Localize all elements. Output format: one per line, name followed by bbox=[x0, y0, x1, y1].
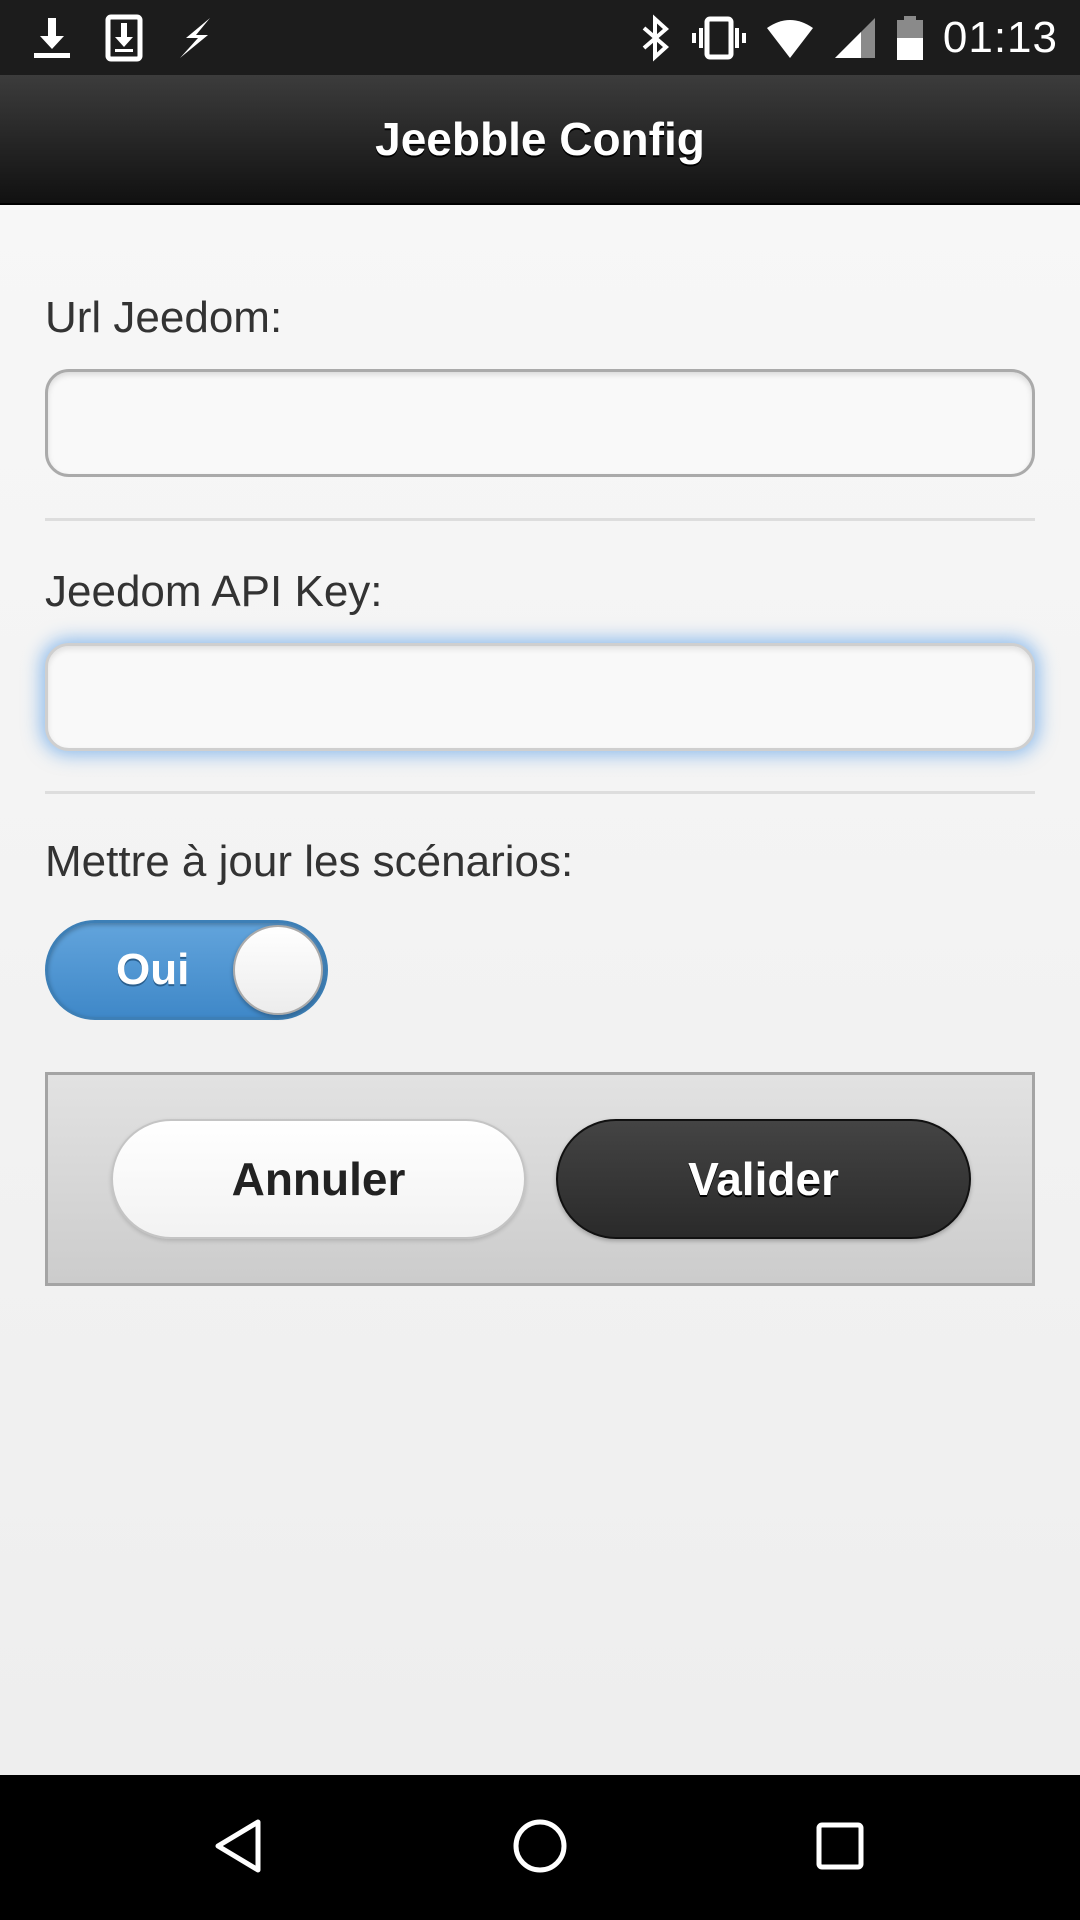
submit-button[interactable]: Valider bbox=[556, 1119, 971, 1239]
home-button[interactable] bbox=[495, 1803, 585, 1893]
update-scenarios-toggle[interactable]: Oui bbox=[45, 920, 328, 1020]
back-icon bbox=[210, 1816, 270, 1881]
status-right-icons: 01:13 bbox=[639, 12, 1058, 64]
url-input[interactable] bbox=[45, 369, 1035, 477]
app-header: Jeebble Config bbox=[0, 75, 1080, 205]
vibrate-icon bbox=[691, 14, 747, 62]
toggle-knob[interactable] bbox=[233, 925, 323, 1015]
action-bar: Annuler Valider bbox=[45, 1072, 1035, 1286]
status-bar: 01:13 bbox=[0, 0, 1080, 75]
divider bbox=[45, 791, 1035, 794]
page-title: Jeebble Config bbox=[375, 113, 705, 165]
update-scenarios-label: Mettre à jour les scénarios: bbox=[45, 837, 574, 886]
download-icon bbox=[28, 14, 76, 62]
wifi-icon bbox=[765, 14, 815, 62]
recents-button[interactable] bbox=[795, 1803, 885, 1893]
flash-icon bbox=[172, 14, 220, 62]
api-key-input[interactable] bbox=[45, 643, 1035, 751]
divider bbox=[45, 518, 1035, 521]
download-box-icon bbox=[104, 14, 144, 62]
signal-icon bbox=[833, 14, 877, 62]
config-form: Url Jeedom: Jeedom API Key: Mettre à jou… bbox=[0, 205, 1080, 1775]
navigation-bar bbox=[0, 1775, 1080, 1920]
status-left-icons bbox=[28, 14, 220, 62]
toggle-label: Oui bbox=[116, 945, 190, 994]
battery-icon bbox=[895, 14, 925, 62]
cancel-button[interactable]: Annuler bbox=[111, 1119, 526, 1239]
api-key-label: Jeedom API Key: bbox=[45, 567, 383, 616]
home-icon bbox=[510, 1816, 570, 1881]
recents-icon bbox=[810, 1816, 870, 1881]
bluetooth-icon bbox=[639, 14, 673, 62]
url-label: Url Jeedom: bbox=[45, 293, 283, 342]
back-button[interactable] bbox=[195, 1803, 285, 1893]
status-clock: 01:13 bbox=[942, 13, 1058, 62]
